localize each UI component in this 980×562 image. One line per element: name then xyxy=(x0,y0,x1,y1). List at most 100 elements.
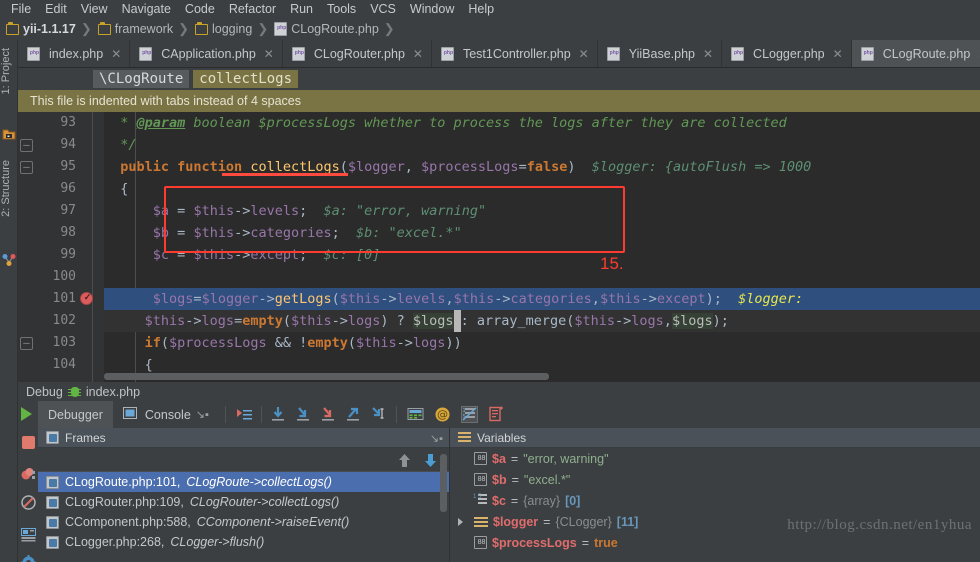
watches-icon[interactable]: @ xyxy=(434,406,451,423)
breadcrumb-label: framework xyxy=(114,22,174,36)
editor-tab-capplication[interactable]: CApplication.php ✕ xyxy=(130,40,283,67)
code-editor[interactable]: 93 94 95 96 97 98 99 100 101 102 103 104… xyxy=(18,112,980,382)
sidebar-tab-structure[interactable]: 2: Structure xyxy=(0,160,18,217)
breadcrumb-item-framework[interactable]: framework xyxy=(97,21,174,36)
debug-tab-label: Debugger xyxy=(48,407,103,422)
nav-chip-class[interactable]: \CLogRoute xyxy=(93,70,190,88)
close-icon[interactable]: ✕ xyxy=(833,47,843,61)
frame-row[interactable]: CLogRouter.php:109, CLogRouter->collectL… xyxy=(38,492,449,512)
menu-item-refactor[interactable]: Refactor xyxy=(222,0,283,18)
menu-item-window[interactable]: Window xyxy=(403,0,461,18)
menu-item-code[interactable]: Code xyxy=(178,0,222,18)
code-text-area[interactable]: * @param boolean $processLogs whether to… xyxy=(104,112,980,382)
frames-scrollbar[interactable] xyxy=(440,454,447,512)
breadcrumb-item-file[interactable]: CLogRoute.php xyxy=(274,22,379,36)
breadcrumb-item-logging[interactable]: logging xyxy=(194,21,253,36)
frames-title: Frames xyxy=(65,430,106,445)
frame-row[interactable]: CLogRoute.php:101, CLogRoute->collectLog… xyxy=(38,472,449,492)
force-step-into-icon[interactable] xyxy=(320,406,337,423)
editor-tab-yiibase[interactable]: YiiBase.php ✕ xyxy=(597,40,723,67)
stop-icon[interactable] xyxy=(21,435,36,450)
folder-icon xyxy=(194,21,208,35)
breadcrumb-item-project[interactable]: yii-1.1.17 xyxy=(6,21,76,36)
run-to-cursor-icon[interactable] xyxy=(370,406,387,423)
menu-item-tools[interactable]: Tools xyxy=(320,0,363,18)
frames-thread-selector[interactable] xyxy=(38,448,449,472)
tab-label: index.php xyxy=(49,46,104,61)
editor-horizontal-scrollbar[interactable] xyxy=(104,373,549,380)
collapse-icon[interactable]: ↘▪ xyxy=(196,408,209,421)
fold-marker-icon[interactable]: ─ xyxy=(20,337,33,350)
menu-item-help[interactable]: Help xyxy=(461,0,501,18)
show-execution-point-icon[interactable] xyxy=(236,406,253,423)
menu-item-view[interactable]: View xyxy=(74,0,115,18)
primitive-icon xyxy=(474,473,488,486)
breadcrumb: yii-1.1.17 ❯ framework ❯ logging ❯ CLogR… xyxy=(0,18,980,40)
php-file-icon xyxy=(291,46,306,61)
restore-layout-icon[interactable] xyxy=(21,527,36,542)
notice-text: This file is indented with tabs instead … xyxy=(30,94,301,108)
editor-gutter[interactable]: 93 94 95 96 97 98 99 100 101 102 103 104… xyxy=(18,112,104,382)
frame-row[interactable]: CLogger.php:268, CLogger->flush() xyxy=(38,532,449,552)
tab-label: YiiBase.php xyxy=(628,46,695,61)
editor-tab-bar: index.php ✕ CApplication.php ✕ CLogRoute… xyxy=(18,40,980,68)
annotation-step-number: 15. xyxy=(600,254,624,273)
menu-item-navigate[interactable]: Navigate xyxy=(115,0,178,18)
settings-gear-icon[interactable] xyxy=(21,555,36,562)
php-file-icon xyxy=(440,46,455,61)
debug-tab-debugger[interactable]: Debugger xyxy=(38,401,113,428)
collapse-icon[interactable]: ↘▪ xyxy=(430,432,443,445)
sidebar-tab-project[interactable]: 1: Project xyxy=(0,48,18,94)
code-line-99: $c = $this->except; $c: [0] xyxy=(152,247,381,263)
editor-tab-index[interactable]: index.php ✕ xyxy=(18,40,131,67)
variable-size: [11] xyxy=(616,514,639,529)
nav-chip-method[interactable]: collectLogs xyxy=(193,70,299,88)
step-over-icon[interactable] xyxy=(270,406,287,423)
fold-marker-icon[interactable]: ─ xyxy=(20,161,33,174)
settings-icon[interactable] xyxy=(488,406,505,423)
editor-tab-clogrouter[interactable]: CLogRouter.php ✕ xyxy=(282,40,432,67)
step-into-icon[interactable] xyxy=(295,406,312,423)
variable-row[interactable]: $b = "excel.*" xyxy=(450,469,980,490)
menu-item-edit[interactable]: Edit xyxy=(38,0,74,18)
frame-file: CComponent.php:588, xyxy=(65,515,191,529)
menu-item-run[interactable]: Run xyxy=(283,0,320,18)
indentation-notice-banner[interactable]: This file is indented with tabs instead … xyxy=(18,90,980,112)
tab-label: CLogger.php xyxy=(753,46,825,61)
php-file-icon xyxy=(606,46,621,61)
menu-item-vcs[interactable]: VCS xyxy=(363,0,403,18)
breakpoint-icon[interactable] xyxy=(80,292,94,305)
fold-marker-icon[interactable]: ─ xyxy=(20,139,33,152)
view-breakpoints-icon[interactable] xyxy=(21,467,36,482)
editor-tab-test1controller[interactable]: Test1Controller.php ✕ xyxy=(431,40,598,67)
tab-label: Test1Controller.php xyxy=(462,46,571,61)
menu-bar: File Edit View Navigate Code Refactor Ru… xyxy=(0,0,980,18)
variable-value: "excel.*" xyxy=(523,472,571,487)
close-icon[interactable]: ✕ xyxy=(413,47,423,61)
variable-row[interactable]: $c = {array} [0] xyxy=(450,490,980,511)
variable-row[interactable]: $processLogs = true xyxy=(450,532,980,553)
arrow-down-icon[interactable] xyxy=(424,453,437,468)
arrow-up-icon[interactable] xyxy=(398,453,411,468)
menu-item-file[interactable]: File xyxy=(4,0,38,18)
chevron-right-icon[interactable] xyxy=(458,518,463,526)
close-icon[interactable]: ✕ xyxy=(579,47,589,61)
php-file-icon xyxy=(27,46,41,61)
step-out-icon[interactable] xyxy=(345,406,362,423)
evaluate-expression-icon[interactable] xyxy=(407,406,424,423)
mute-breakpoints-icon[interactable] xyxy=(21,495,36,510)
frame-row[interactable]: CComponent.php:588, CComponent->raiseEve… xyxy=(38,512,449,532)
close-icon[interactable]: ✕ xyxy=(264,47,274,61)
variable-row[interactable]: $a = "error, warning" xyxy=(450,448,980,469)
close-icon[interactable]: ✕ xyxy=(111,47,121,61)
resume-program-icon[interactable] xyxy=(21,407,36,422)
debug-tab-console[interactable]: Console ↘▪ xyxy=(113,401,219,428)
mute-breakpoints-icon[interactable]: 15 xyxy=(460,406,478,423)
breadcrumb-label: logging xyxy=(211,22,253,36)
close-icon[interactable]: ✕ xyxy=(703,47,713,61)
code-line-102: $this->logs=empty($this->logs) ? $logs|:… xyxy=(104,310,980,332)
code-line-98: $b = $this->categories; $b: "excel.*" xyxy=(152,225,462,241)
editor-tab-clogger[interactable]: CLogger.php ✕ xyxy=(722,40,852,67)
annotation-underline xyxy=(222,173,348,176)
editor-tab-clogroute[interactable]: CLogRoute.php ✕ xyxy=(851,40,980,67)
